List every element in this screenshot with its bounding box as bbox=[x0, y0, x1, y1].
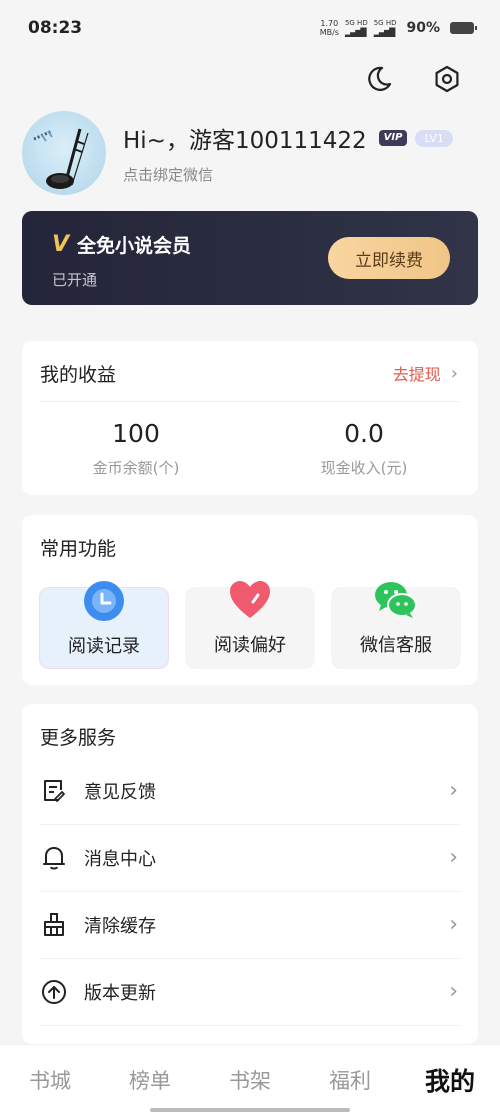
wechat-service-tile[interactable]: 微信客服 bbox=[331, 582, 461, 669]
vip-card-title: 全免小说会员 bbox=[77, 235, 192, 257]
chevron-right-icon: › bbox=[449, 778, 458, 803]
nav-bookstore[interactable]: 书城 bbox=[0, 1045, 100, 1115]
signal-icon: ▂▄▆█ bbox=[373, 28, 396, 37]
chevron-right-icon: › bbox=[449, 979, 458, 1004]
cash-label: 现金收入(元) bbox=[320, 459, 408, 477]
status-time: 08:23 bbox=[28, 18, 83, 38]
reading-preference-tile[interactable]: 阅读偏好 bbox=[185, 581, 315, 669]
sim1-signal: 5G HD ▂▄▆█ bbox=[344, 19, 368, 37]
service-item-feedback[interactable]: 意见反馈 › bbox=[22, 757, 478, 824]
coin-value: 100 bbox=[112, 419, 160, 448]
chevron-right-icon: › bbox=[449, 845, 458, 870]
status-bar: 08:23 1.70 MB/s 5G HD ▂▄▆█ 5G HD ▂▄▆█ 90… bbox=[0, 0, 500, 56]
more-services-card: 更多服务 意见反馈 › 消息中心 › 清除缓存 › 版本更新 › bbox=[22, 704, 478, 1044]
services-title: 更多服务 bbox=[40, 727, 117, 749]
coin-balance[interactable]: 100 金币余额(个) bbox=[22, 419, 250, 478]
battery-icon bbox=[450, 22, 477, 34]
coin-label: 金币余额(个) bbox=[92, 459, 180, 477]
level-badge: LV1 bbox=[415, 129, 453, 147]
cash-value: 0.0 bbox=[344, 419, 384, 448]
earnings-card: 我的收益 去提现 › 100 金币余额(个) 0.0 现金收入(元) bbox=[22, 341, 478, 495]
home-indicator[interactable] bbox=[150, 1108, 350, 1112]
avatar[interactable] bbox=[22, 111, 106, 195]
earnings-title: 我的收益 bbox=[40, 364, 117, 386]
service-item-clear-cache[interactable]: 清除缓存 › bbox=[22, 891, 478, 958]
bottom-navigation: 书城 榜单 书架 福利 我的 bbox=[0, 1044, 500, 1115]
bind-wechat-link[interactable]: 点击绑定微信 bbox=[123, 164, 453, 185]
chevron-right-icon: › bbox=[449, 912, 458, 937]
nav-ranking[interactable]: 榜单 bbox=[100, 1045, 200, 1115]
username-greeting: Hi~，游客100111422 bbox=[123, 128, 367, 154]
signal-icon: ▂▄▆█ bbox=[344, 28, 367, 37]
top-actions bbox=[364, 64, 462, 94]
vip-membership-card[interactable]: V 全免小说会员 已开通 立即续费 bbox=[22, 211, 478, 305]
vip-status: 已开通 bbox=[52, 271, 98, 289]
settings-hex-icon[interactable] bbox=[432, 64, 462, 94]
battery-percent: 90% bbox=[406, 20, 440, 36]
net-speed: 1.70 MB/s bbox=[319, 19, 339, 37]
divider bbox=[40, 401, 460, 402]
common-functions-card: 常用功能 阅读记录 阅读偏好 微信客服 bbox=[22, 515, 478, 685]
moon-icon[interactable] bbox=[364, 64, 394, 94]
wechat-icon bbox=[373, 577, 419, 623]
chevron-right-icon: › bbox=[450, 362, 458, 384]
nav-bookshelf[interactable]: 书架 bbox=[200, 1045, 300, 1115]
profile-header[interactable]: Hi~，游客100111422 VIP LV1 点击绑定微信 bbox=[22, 110, 478, 196]
heart-icon bbox=[227, 577, 273, 623]
withdraw-link[interactable]: 去提现 › bbox=[393, 361, 458, 385]
feedback-icon bbox=[40, 777, 68, 805]
clock-icon bbox=[81, 578, 127, 624]
service-item-version-update[interactable]: 版本更新 › bbox=[22, 958, 478, 1025]
bell-icon bbox=[40, 844, 68, 872]
functions-title: 常用功能 bbox=[40, 538, 117, 560]
renew-button[interactable]: 立即续费 bbox=[328, 237, 450, 279]
broom-icon bbox=[40, 911, 68, 939]
service-item-messages[interactable]: 消息中心 › bbox=[22, 824, 478, 891]
upload-cloud-icon bbox=[40, 978, 68, 1006]
nav-mine[interactable]: 我的 bbox=[400, 1045, 500, 1115]
nav-welfare[interactable]: 福利 bbox=[300, 1045, 400, 1115]
reading-history-tile[interactable]: 阅读记录 bbox=[39, 581, 169, 669]
vip-logo-icon: V bbox=[52, 232, 70, 257]
vip-badge: VIP bbox=[378, 130, 408, 146]
sim2-signal: 5G HD ▂▄▆█ bbox=[373, 19, 397, 37]
status-indicators: 1.70 MB/s 5G HD ▂▄▆█ 5G HD ▂▄▆█ 90% bbox=[319, 19, 477, 37]
cash-income[interactable]: 0.0 现金收入(元) bbox=[250, 419, 478, 478]
profile-info: Hi~，游客100111422 VIP LV1 点击绑定微信 bbox=[123, 121, 453, 185]
